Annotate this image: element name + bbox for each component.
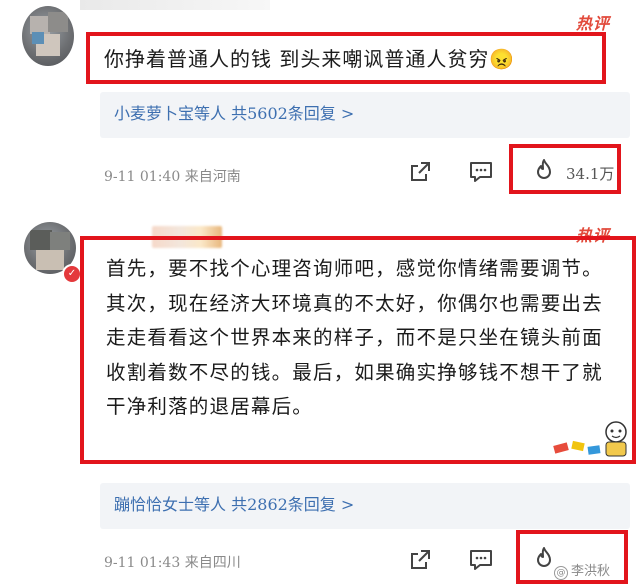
- comment-meta: 9-11 01:40 来自河南: [104, 169, 241, 185]
- replies-summary[interactable]: 蹦恰恰女士等人 共2862条回复 >: [100, 483, 630, 529]
- blurred-header-strip: [80, 0, 270, 10]
- avatar[interactable]: [22, 6, 74, 66]
- highlight-box: [86, 32, 606, 84]
- verified-badge-icon: ✓: [62, 264, 82, 284]
- share-icon[interactable]: [408, 548, 432, 572]
- comment-meta: 9-11 01:43 来自四川: [104, 555, 241, 571]
- watermark-text: 李洪秋: [571, 564, 611, 579]
- watermark: @ 李洪秋: [554, 560, 610, 580]
- comment-icon[interactable]: [468, 548, 494, 572]
- at-icon: @: [554, 566, 568, 580]
- sticker-icon: [553, 421, 627, 457]
- highlight-box: [509, 144, 621, 194]
- share-icon[interactable]: [408, 160, 432, 184]
- replies-summary[interactable]: 小麦萝卜宝等人 共5602条回复 >: [100, 92, 630, 138]
- hot-comment-badge: 热评: [576, 14, 611, 33]
- comment-icon[interactable]: [468, 160, 494, 184]
